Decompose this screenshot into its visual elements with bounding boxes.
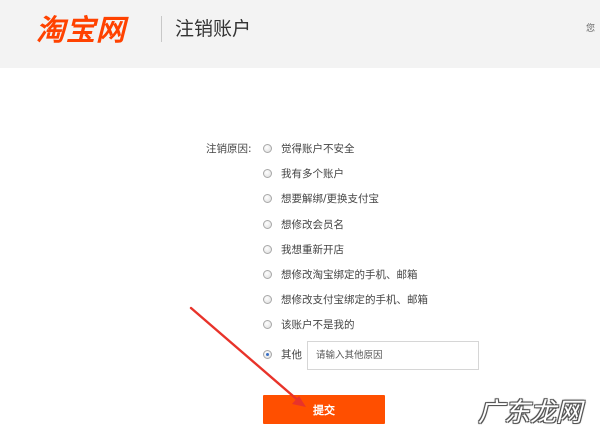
reason-option-label: 我有多个账户 [281,167,344,180]
header-user-text[interactable]: 您 [586,21,595,34]
reason-option-multiple-accounts[interactable]: 我有多个账户 [263,165,344,181]
reason-option-label: 想要解绑/更换支付宝 [281,192,380,205]
reason-option-label: 其他 [281,348,302,361]
submit-button[interactable]: 提交 [263,395,385,424]
taobao-logo[interactable]: 淘宝网 [36,7,126,49]
radio-button[interactable] [263,319,272,329]
reason-option-label: 想修改支付宝绑定的手机、邮箱 [281,293,428,306]
radio-button[interactable] [263,193,272,203]
cancel-reason-label: 注销原因: [206,143,252,155]
radio-button-selected[interactable] [263,349,272,359]
radio-button[interactable] [263,294,272,304]
watermark-text: 广东龙网 [478,398,583,428]
reason-option-change-taobao-contact[interactable]: 想修改淘宝绑定的手机、邮箱 [263,266,418,282]
radio-button[interactable] [263,244,272,254]
reason-option-label: 想修改淘宝绑定的手机、邮箱 [281,268,418,281]
reason-option-label: 该账户不是我的 [281,318,355,331]
header-divider [161,16,162,42]
radio-button[interactable] [263,143,272,153]
radio-button[interactable] [263,269,272,279]
reason-option-reopen-shop[interactable]: 我想重新开店 [263,241,344,257]
reason-option-change-member-name[interactable]: 想修改会员名 [263,216,344,232]
reason-option-change-alipay-contact[interactable]: 想修改支付宝绑定的手机、邮箱 [263,291,428,307]
reason-option-label: 我想重新开店 [281,243,344,256]
reason-option-other[interactable]: 其他 [263,346,302,362]
page-header: 淘宝网 注销账户 您 [0,0,600,68]
radio-button[interactable] [263,168,272,178]
reason-option-change-alipay[interactable]: 想要解绑/更换支付宝 [263,190,379,206]
reason-option-label: 想修改会员名 [281,218,344,231]
reason-option-account-unsafe[interactable]: 觉得账户不安全 [263,140,355,156]
page-title: 注销账户 [175,18,252,40]
reason-option-not-my-account[interactable]: 该账户不是我的 [263,316,355,332]
other-reason-input[interactable] [307,341,479,370]
reason-option-label: 觉得账户不安全 [281,142,355,155]
radio-button[interactable] [263,219,272,229]
